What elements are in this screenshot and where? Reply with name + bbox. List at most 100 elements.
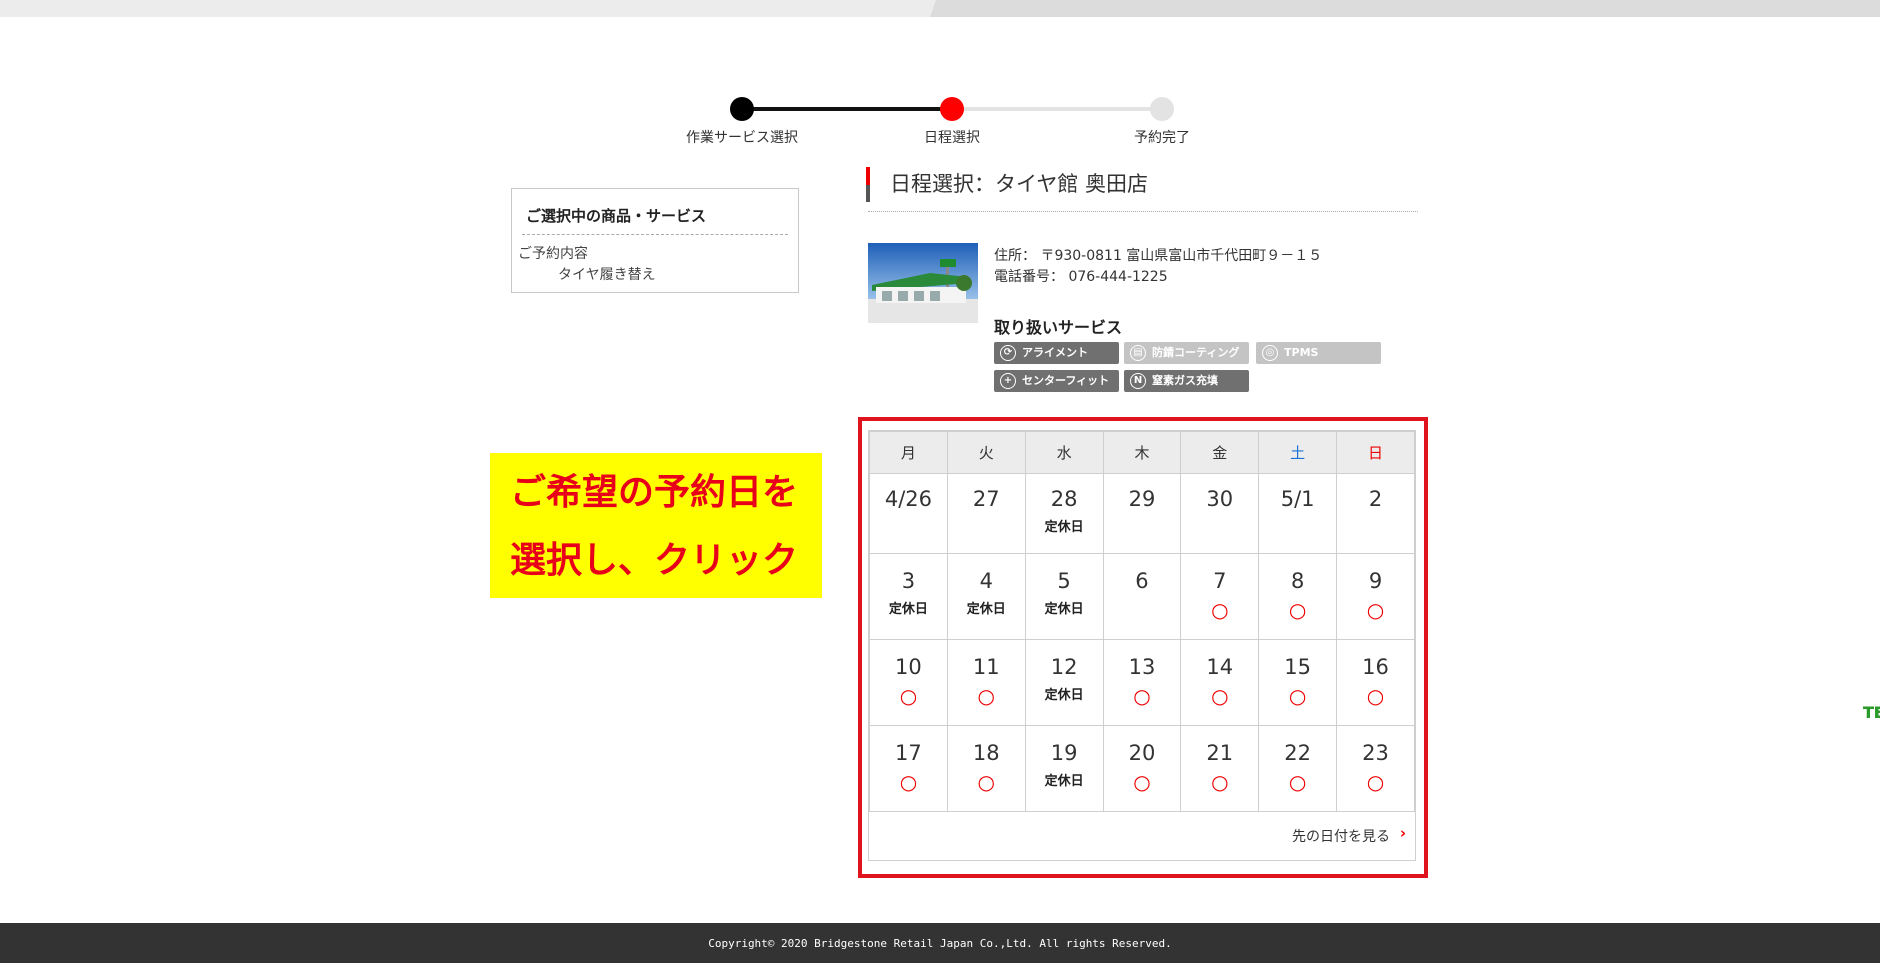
store-photo — [868, 243, 978, 323]
services-title: 取り扱いサービス — [994, 318, 1123, 337]
copyright-text: Copyright© 2020 Bridgestone Retail Japan… — [708, 937, 1172, 950]
calendar-day-number: 2 — [1368, 487, 1383, 511]
calendar-day-cell[interactable]: 15 ○ — [1258, 639, 1338, 726]
calendar-day-cell[interactable]: 13 ○ — [1102, 639, 1182, 726]
available-status: ○ — [1211, 770, 1229, 794]
available-status: ○ — [1366, 770, 1385, 794]
weekday-thu: 木 — [1102, 431, 1182, 474]
available-status: ○ — [1366, 598, 1385, 622]
closed-day-status: 定休日 — [888, 602, 928, 617]
calendar-day-cell[interactable]: 10 ○ — [869, 639, 948, 726]
available-status: ○ — [899, 684, 918, 708]
service-badge-label: 窒素ガス充填 — [1152, 374, 1218, 387]
chevron-right-icon: › — [1399, 824, 1406, 842]
calendar-day-cell[interactable]: 17 ○ — [869, 725, 948, 812]
calendar-day-cell[interactable]: 23 ○ — [1336, 725, 1415, 812]
available-status: ○ — [1366, 684, 1385, 708]
store-phone: 電話番号： 076-444-1225 — [994, 269, 1168, 285]
calendar-day-number: 14 — [1206, 655, 1234, 679]
calendar-day-number: 21 — [1206, 741, 1234, 765]
reservation-content-value: タイヤ履き替え — [558, 267, 656, 283]
calendar-day-number: 13 — [1128, 655, 1156, 679]
available-status: ○ — [1211, 598, 1229, 622]
callout-line-2: 選択し、クリック — [510, 540, 799, 581]
available-status: ○ — [1133, 770, 1151, 794]
step-label-complete: 予約完了 — [1134, 130, 1190, 146]
calendar-day-cell: 4 定休日 — [946, 553, 1026, 640]
see-later-dates-link[interactable]: 先の日付を見る › — [868, 810, 1416, 860]
calendar-day-number: 30 — [1206, 487, 1234, 511]
calendar-day-cell[interactable]: 7 ○ — [1180, 553, 1260, 640]
progress-steps: 作業サービス選択 日程選択 予約完了 — [0, 0, 1880, 150]
calendar-day-cell[interactable]: 5/1 TEL — [1258, 473, 1880, 722]
nitrogen-icon: N — [1130, 373, 1146, 389]
calendar-day-number: 4 — [979, 569, 993, 593]
calendar-day-number: 20 — [1128, 741, 1156, 765]
calendar-day-cell[interactable]: 27TEL — [946, 473, 1880, 722]
calendar-day-cell[interactable]: 9 ○ — [1336, 553, 1415, 640]
calendar-day-number: 5/1 — [1280, 487, 1315, 511]
calendar-day-number: 22 — [1284, 741, 1311, 765]
reservation-content-label: ご予約内容 — [518, 246, 588, 262]
calendar-day-cell[interactable]: 29TEL — [1102, 473, 1880, 722]
see-later-dates-label[interactable]: 先の日付を見る — [1292, 826, 1390, 846]
step-dot-schedule — [940, 97, 964, 121]
service-badge-label: センターフィット — [1022, 374, 1110, 387]
progress-line-pending — [952, 107, 1162, 111]
calendar-day-cell[interactable]: 21 ○ — [1180, 725, 1260, 812]
available-status: ○ — [1211, 684, 1229, 708]
calendar-day-number: 5 — [1057, 569, 1071, 593]
step-dot-service — [730, 97, 754, 121]
calendar-day-number: 17 — [895, 741, 922, 765]
weekday-header-row: 月 火 水 木 金 土 日 — [869, 431, 1415, 474]
calendar-week-row: 3定休日4定休日5定休日6TEL7○8○9○ — [869, 553, 1880, 722]
calendar-week-row: 17 ○ 18 ○ 19 定休日 20 ○ 21 ○ 22 ○ 23 ○ — [869, 725, 1415, 812]
calendar-day-cell[interactable]: 2 TEL — [1336, 473, 1880, 722]
calendar-day-number: 3 — [901, 569, 916, 593]
title-divider — [868, 211, 1418, 212]
service-badge-nitrogen: N 窒素ガス充填 — [1124, 370, 1249, 392]
calendar-day-cell[interactable]: 30 TEL — [1180, 473, 1880, 722]
closed-day-status: 定休日 — [966, 602, 1006, 617]
calendar-day-cell[interactable]: 8 ○ — [1258, 553, 1338, 640]
service-badge-label: アライメント — [1022, 346, 1088, 359]
service-badge-centerfit: + センターフィット — [994, 370, 1119, 392]
calendar-day-cell[interactable]: 18 ○ — [946, 725, 1026, 812]
calendar-day-number: 15 — [1284, 655, 1311, 679]
weekday-fri: 金 — [1180, 431, 1260, 474]
weekday-sun: 日 — [1336, 431, 1415, 474]
calendar-day-cell: 12 定休日 — [1024, 639, 1104, 726]
calendar-day-number: 29 — [1128, 487, 1156, 511]
progress-line-done — [742, 107, 952, 111]
weekday-sat: 土 — [1258, 431, 1338, 474]
calendar-day-cell: 28 定休日 — [1024, 473, 1104, 554]
calendar-day-cell[interactable]: 6 TEL — [1102, 553, 1880, 722]
phone-only-status: TEL — [1863, 703, 1880, 722]
calendar-day-number: 4/26 — [884, 487, 932, 511]
calendar-day-number: 23 — [1362, 741, 1389, 765]
callout-line-1: ご希望の予約日を — [510, 472, 799, 513]
calendar-day-number: 9 — [1368, 569, 1383, 593]
calendar-day-number: 28 — [1050, 487, 1078, 511]
closed-day-status: 定休日 — [1044, 774, 1084, 789]
closed-day-status: 定休日 — [1044, 602, 1084, 617]
calendar-day-number: 10 — [895, 655, 922, 679]
calendar-day-number: 8 — [1290, 569, 1305, 593]
reservation-calendar: 月 火 水 木 金 土 日 4/26TEL27TEL28定休日29TEL30TE… — [868, 430, 1880, 861]
available-status: ○ — [1288, 684, 1307, 708]
calendar-day-cell[interactable]: 20 ○ — [1102, 725, 1182, 812]
calendar-day-cell[interactable]: 4/26 TEL — [869, 473, 1880, 722]
calendar-day-cell[interactable]: 11 ○ — [946, 639, 1026, 726]
calendar-day-cell[interactable]: 16 ○ — [1336, 639, 1415, 726]
calendar-day-number: 11 — [972, 655, 1000, 679]
calendar-day-cell[interactable]: 14 ○ — [1180, 639, 1260, 726]
coating-icon: ▤ — [1130, 345, 1146, 361]
calendar-day-cell[interactable]: 22 ○ — [1258, 725, 1338, 812]
calendar-day-number: 12 — [1050, 655, 1078, 679]
available-status: ○ — [1288, 770, 1307, 794]
store-address: 住所： 〒930-0811 富山県富山市千代田町９－１５ — [994, 248, 1323, 264]
selected-service-box: ご選択中の商品・サービス ご予約内容 タイヤ履き替え — [511, 188, 799, 293]
step-label-service: 作業サービス選択 — [686, 130, 798, 146]
page-title: 日程選択：タイヤ館 奥田店 — [866, 167, 1148, 202]
calendar-day-number: 19 — [1050, 741, 1078, 765]
